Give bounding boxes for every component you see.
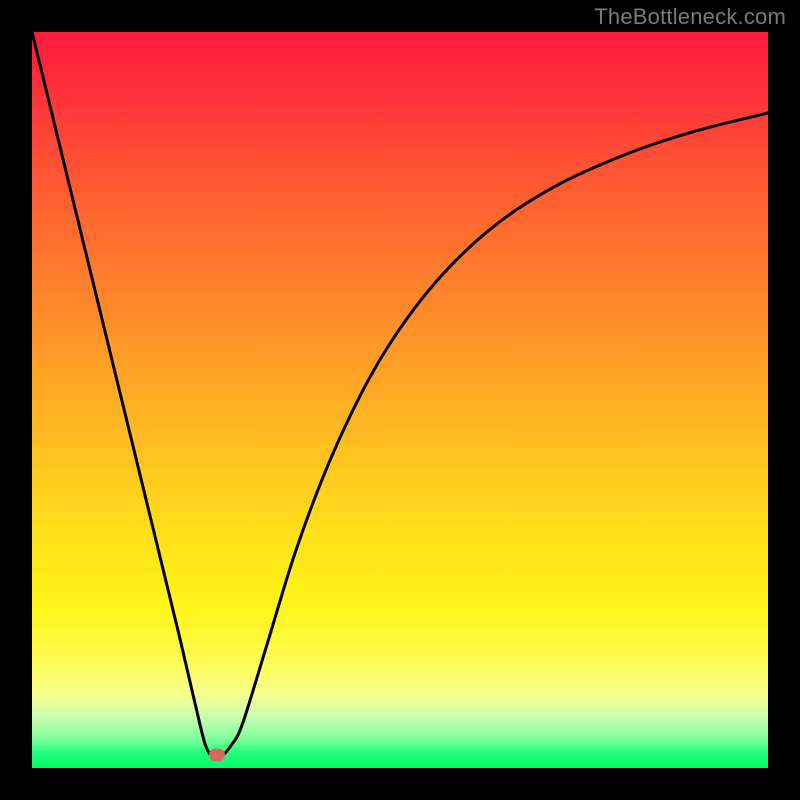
plot-area — [32, 32, 768, 768]
bottleneck-curve — [32, 32, 768, 758]
minimum-marker-icon — [209, 748, 225, 761]
chart-frame: TheBottleneck.com — [0, 0, 800, 800]
curve-svg — [32, 32, 768, 768]
watermark-text: TheBottleneck.com — [594, 4, 786, 30]
